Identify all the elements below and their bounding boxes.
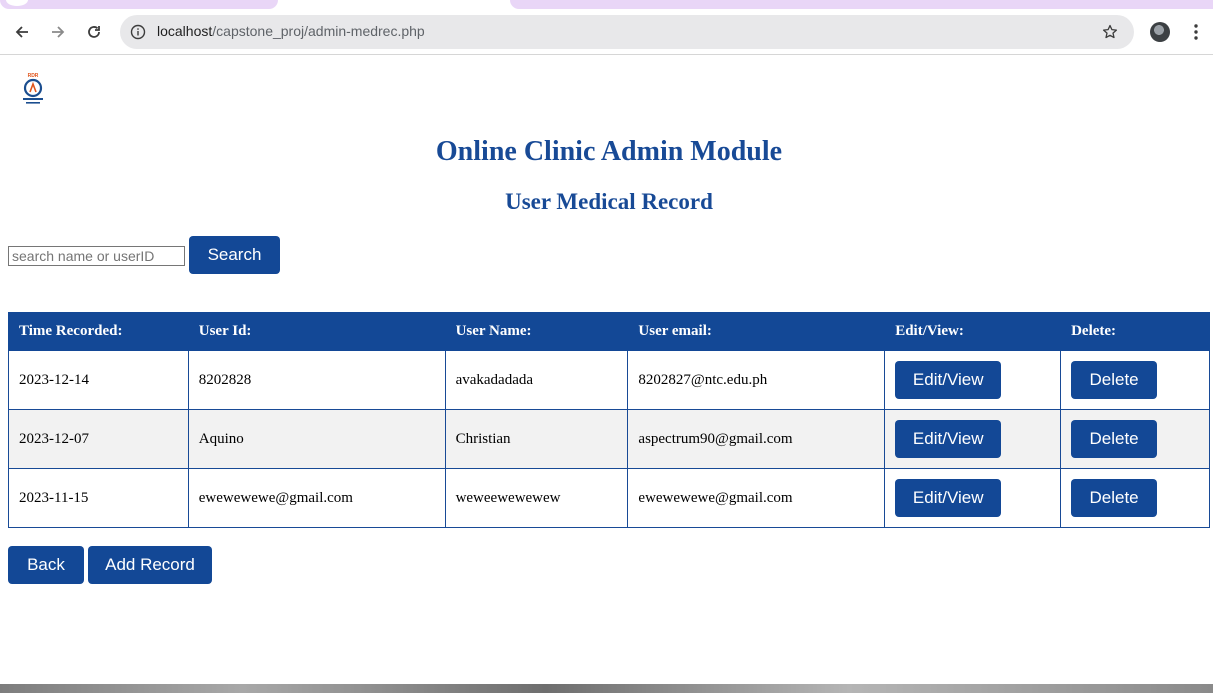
page-title: Online Clinic Admin Module [435, 136, 783, 167]
cell-user-name: Christian [444, 409, 629, 469]
cell-time: 2023-12-14 [8, 350, 189, 410]
cell-time: 2023-12-07 [8, 409, 189, 469]
cell-user-id: 8202828 [187, 350, 446, 410]
kebab-menu-icon[interactable] [1186, 18, 1206, 46]
search-button[interactable]: Search [189, 236, 280, 274]
edit-view-button[interactable]: Edit/View [895, 420, 1002, 458]
cell-user-name: weweewewewew [444, 468, 629, 528]
cell-delete: Delete [1060, 468, 1210, 528]
svg-text:RDR: RDR [28, 73, 39, 79]
cell-delete: Delete [1060, 350, 1210, 410]
table-row: 2023-11-15 ewewewewe@gmail.com weweewewe… [8, 468, 1210, 528]
cell-delete: Delete [1060, 409, 1210, 469]
reload-button[interactable] [80, 18, 108, 46]
delete-button[interactable]: Delete [1071, 420, 1158, 458]
arrow-left-icon [15, 26, 28, 38]
delete-button[interactable]: Delete [1071, 361, 1158, 399]
back-button[interactable]: Back [8, 546, 84, 584]
clinic-logo: RDR [20, 72, 46, 106]
url-path: /capstone_proj/admin-medrec.php [212, 23, 425, 39]
page-subtitle: User Medical Record [505, 189, 713, 214]
cell-edit: Edit/View [884, 409, 1062, 469]
header-time-recorded: Time Recorded: [8, 312, 189, 351]
medical-records-table: Time Recorded: User Id: User Name: User … [8, 312, 1210, 528]
table-row: 2023-12-14 8202828 avakadadada 8202827@n… [8, 350, 1210, 410]
tab-strip [0, 0, 1213, 9]
header-user-email: User email: [627, 312, 886, 351]
cell-email: aspectrum90@gmail.com [627, 409, 886, 469]
browser-toolbar: localhost/capstone_proj/admin-medrec.php [0, 9, 1213, 55]
cell-email: ewewewewe@gmail.com [627, 468, 886, 528]
desktop-background-strip [0, 684, 1213, 693]
address-bar[interactable]: localhost/capstone_proj/admin-medrec.php [120, 15, 1134, 49]
cell-edit: Edit/View [884, 468, 1062, 528]
avatar[interactable] [1150, 22, 1170, 42]
active-tab[interactable] [0, 0, 278, 9]
header-edit-view: Edit/View: [884, 312, 1062, 351]
cell-edit: Edit/View [884, 350, 1062, 410]
delete-button[interactable]: Delete [1071, 479, 1158, 517]
url-text[interactable]: localhost/capstone_proj/admin-medrec.php [157, 23, 425, 39]
arrow-right-icon [52, 26, 65, 38]
edit-view-button[interactable]: Edit/View [895, 361, 1002, 399]
edit-view-button[interactable]: Edit/View [895, 479, 1002, 517]
add-record-button[interactable]: Add Record [88, 546, 212, 584]
header-delete: Delete: [1060, 312, 1210, 351]
table-row: 2023-12-07 Aquino Christian aspectrum90@… [8, 409, 1210, 469]
cell-user-id: Aquino [187, 409, 446, 469]
tab-strip-background [510, 0, 1213, 9]
search-input[interactable] [8, 246, 185, 266]
cell-time: 2023-11-15 [8, 468, 189, 528]
back-nav-button[interactable] [8, 18, 36, 46]
table-header-row: Time Recorded: User Id: User Name: User … [8, 312, 1210, 351]
header-user-name: User Name: [444, 312, 629, 351]
cell-email: 8202827@ntc.edu.ph [627, 350, 886, 410]
page-content: RDR Online Clinic Admin Module User Medi… [0, 56, 1213, 684]
reload-icon [88, 26, 100, 38]
info-icon[interactable] [128, 22, 148, 42]
cell-user-id: ewewewewe@gmail.com [187, 468, 446, 528]
url-host: localhost [157, 23, 213, 39]
star-icon[interactable] [1100, 22, 1120, 42]
header-user-id: User Id: [187, 312, 446, 351]
cell-user-name: avakadadada [444, 350, 629, 410]
forward-nav-button[interactable] [44, 18, 72, 46]
